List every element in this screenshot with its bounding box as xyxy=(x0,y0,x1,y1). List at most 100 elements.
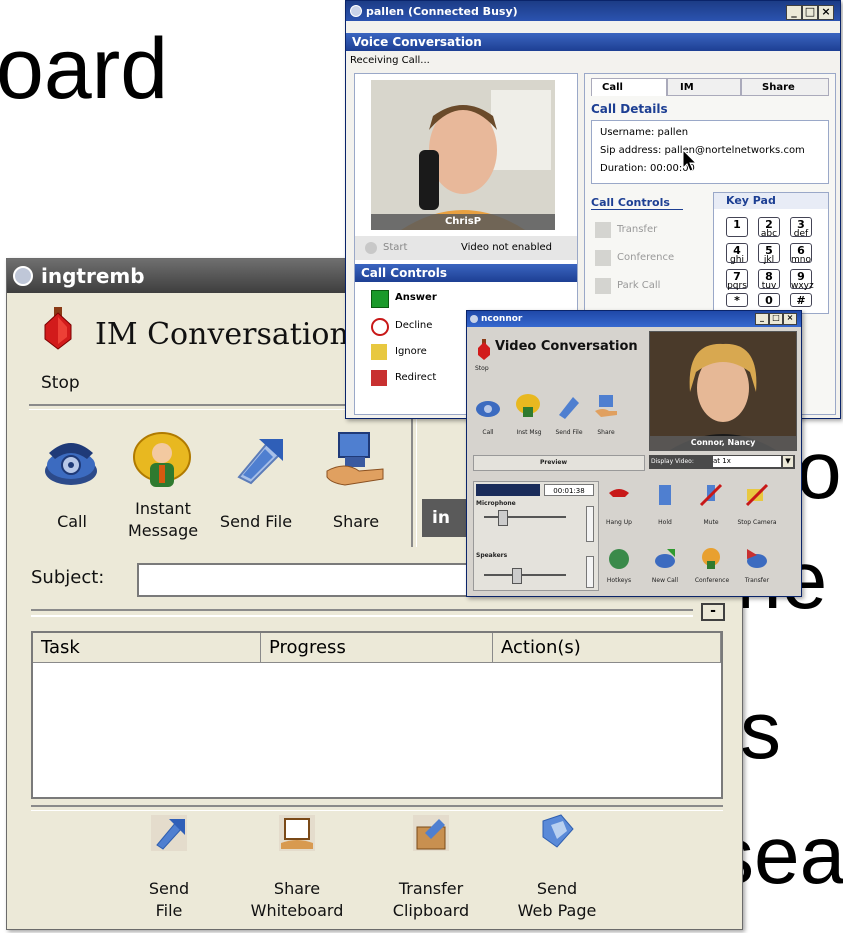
keypad-key[interactable]: 2 abc xyxy=(758,217,780,239)
control-label[interactable]: Hang Up xyxy=(599,519,639,526)
share-icon[interactable] xyxy=(325,431,387,487)
control-label[interactable]: Hotkeys xyxy=(599,577,639,584)
hang-up-icon[interactable] xyxy=(607,483,631,507)
close-button[interactable]: × xyxy=(818,5,834,20)
keypad-key[interactable]: 0 xyxy=(758,293,780,307)
microphone-slider[interactable] xyxy=(484,516,566,518)
keypad-key[interactable]: 8 tuv xyxy=(758,269,780,291)
bottom-action-label[interactable]: Whiteboard xyxy=(247,901,347,921)
mouse-cursor-icon xyxy=(682,149,698,172)
instant-message-icon[interactable] xyxy=(515,393,541,419)
start-video-label[interactable]: Start xyxy=(383,242,407,253)
keypad-key[interactable]: * xyxy=(726,293,748,307)
voice-header: Voice Conversation xyxy=(346,33,840,51)
stop-icon[interactable] xyxy=(477,339,491,361)
bottom-action-label[interactable]: Share xyxy=(247,879,347,899)
column-header-progress[interactable]: Progress xyxy=(261,633,493,663)
minimize-button[interactable]: _ xyxy=(786,5,802,20)
sip-label: Sip address: xyxy=(600,145,662,156)
tab-call[interactable]: Call xyxy=(591,78,667,96)
call-phone-icon[interactable] xyxy=(475,393,501,419)
mute-icon[interactable] xyxy=(699,483,723,507)
share-label[interactable]: Share xyxy=(321,512,391,532)
slide-text-fragment: o xyxy=(796,425,842,516)
call-label[interactable]: Call xyxy=(47,512,97,532)
send-web-page-icon[interactable] xyxy=(537,811,577,851)
bottom-action-label[interactable]: Clipboard xyxy=(381,901,481,921)
transfer-icon[interactable] xyxy=(745,547,769,571)
hold-icon[interactable] xyxy=(653,483,677,507)
control-label[interactable]: Mute xyxy=(691,519,731,526)
keypad-key[interactable]: 4 ghi xyxy=(726,243,748,265)
speaker-level xyxy=(586,556,594,588)
instant-message-icon[interactable] xyxy=(132,431,192,489)
subject-input[interactable] xyxy=(137,563,477,597)
tab-share[interactable]: Share xyxy=(741,78,829,96)
bottom-action-label[interactable]: Send xyxy=(129,879,209,899)
call-phone-icon[interactable] xyxy=(43,431,99,487)
close-button[interactable]: × xyxy=(783,313,797,325)
voice-titlebar[interactable]: pallen (Connected Busy) xyxy=(346,1,840,21)
bottom-action-label[interactable]: Send xyxy=(507,879,607,899)
control-label[interactable]: Hold xyxy=(645,519,685,526)
keypad-key[interactable]: 5 jkl xyxy=(758,243,780,265)
column-header-actions[interactable]: Action(s) xyxy=(493,633,721,663)
stop-label[interactable]: Stop xyxy=(475,365,489,372)
ignore-label: Ignore xyxy=(395,346,427,357)
answer-button[interactable]: Answer xyxy=(371,290,491,310)
slide-text-fragment: oard xyxy=(0,21,169,117)
park-call-button[interactable]: Park Call xyxy=(595,278,695,296)
stop-icon[interactable] xyxy=(43,307,73,351)
keypad-key[interactable]: 1 xyxy=(726,217,748,237)
keypad-key[interactable]: 9 wxyz xyxy=(790,269,814,291)
transfer-clipboard-icon[interactable] xyxy=(411,813,451,853)
transfer-button[interactable]: Transfer xyxy=(595,222,695,240)
keypad-key[interactable]: 6 mno xyxy=(790,243,812,265)
toolbar-label[interactable]: Call xyxy=(473,429,503,436)
send-file-label[interactable]: Send File xyxy=(211,512,301,532)
toolbar-label[interactable]: Inst Msg xyxy=(511,429,547,436)
keypad-key[interactable]: # xyxy=(790,293,812,307)
share-icon[interactable] xyxy=(593,393,619,419)
collapse-button[interactable]: - xyxy=(701,603,725,621)
maximize-button[interactable]: □ xyxy=(802,5,818,20)
tab-im[interactable]: IM xyxy=(667,78,741,96)
remote-video: Connor, Nancy xyxy=(649,331,797,451)
control-label[interactable]: Transfer xyxy=(735,577,779,584)
toolbar-label[interactable]: Share xyxy=(591,429,621,436)
send-file-icon[interactable] xyxy=(149,813,189,853)
video-titlebar[interactable]: nconnor xyxy=(467,311,801,327)
speaker-slider[interactable] xyxy=(484,574,566,576)
key-digit: 0 xyxy=(765,294,773,307)
keypad-key[interactable]: 3 def xyxy=(790,217,812,239)
maximize-button[interactable]: □ xyxy=(769,313,783,325)
stop-camera-icon[interactable] xyxy=(745,483,769,507)
stop-label[interactable]: Stop xyxy=(41,373,80,393)
bottom-action-label[interactable]: Transfer xyxy=(381,879,481,899)
call-timer: 00:01:38 xyxy=(544,484,594,496)
microphone-slider-thumb[interactable] xyxy=(498,510,508,526)
conference-button[interactable]: Conference xyxy=(595,250,695,268)
minimize-button[interactable]: _ xyxy=(755,313,769,325)
keypad-key[interactable]: 7 pqrs xyxy=(726,269,748,291)
instant-message-label-2[interactable]: Message xyxy=(121,521,205,541)
bottom-action-label[interactable]: Web Page xyxy=(507,901,607,921)
display-video-selector[interactable]: Display Video: at 1x ▼ xyxy=(649,455,795,469)
control-label[interactable]: Stop Camera xyxy=(733,519,781,526)
send-file-icon[interactable] xyxy=(229,431,285,487)
bottom-action-label[interactable]: File xyxy=(129,901,209,921)
conference-icon xyxy=(595,250,611,266)
preview-bar[interactable]: Preview xyxy=(473,455,645,471)
control-label[interactable]: Conference xyxy=(691,577,733,584)
control-label[interactable]: New Call xyxy=(645,577,685,584)
instant-message-label-1[interactable]: Instant xyxy=(125,499,201,519)
share-whiteboard-icon[interactable] xyxy=(277,813,317,853)
speaker-slider-thumb[interactable] xyxy=(512,568,522,584)
conference-icon[interactable] xyxy=(699,547,723,571)
toolbar-label[interactable]: Send File xyxy=(549,429,589,436)
splitter[interactable] xyxy=(31,609,693,617)
new-call-icon[interactable] xyxy=(653,547,677,571)
hotkeys-icon[interactable] xyxy=(607,547,631,571)
column-header-task[interactable]: Task xyxy=(33,633,261,663)
send-file-icon[interactable] xyxy=(555,393,581,419)
